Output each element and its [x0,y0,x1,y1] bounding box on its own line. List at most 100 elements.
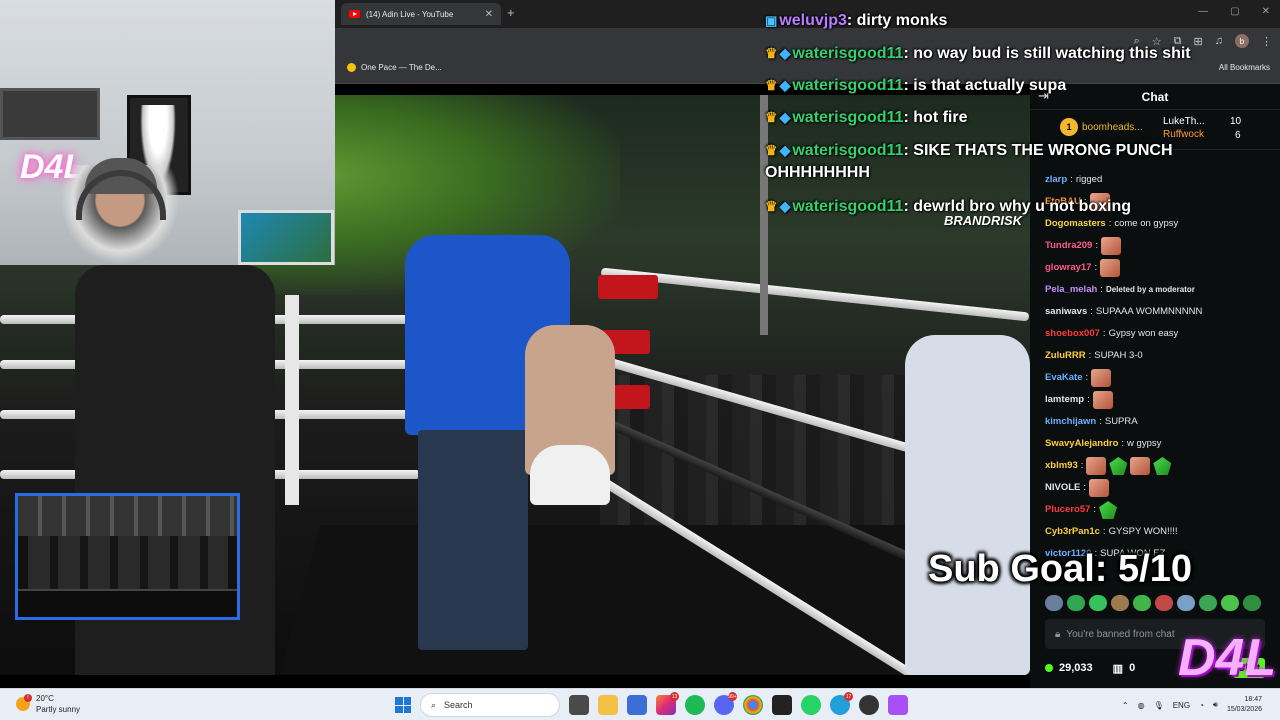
spotify-icon[interactable] [685,695,705,715]
overlay-chat-username: waterisgood11 [792,77,904,94]
chat-message[interactable]: Plucero57: [1045,500,1118,520]
gifter-name[interactable]: LukeTh... [1163,116,1205,127]
minimize-icon[interactable]: — [1198,6,1208,17]
app-icon[interactable] [859,695,879,715]
instagram-icon[interactable]: 13 [656,692,679,715]
cube-badge-icon: ◆ [779,109,791,125]
emote-icon[interactable] [1045,595,1063,611]
taskbar-apps: ⌕ Search 13 99+ 17 [395,692,908,717]
media-icon[interactable]: ♫ [1215,35,1223,47]
chat-message[interactable]: Tundra209: [1045,236,1121,256]
emote-icon[interactable] [1155,595,1173,611]
network-icon[interactable]: ◍ [1138,701,1145,710]
tab-title: (14) Adin Live - YouTube [366,9,454,19]
chat-header: ⇥ Chat [1030,84,1280,110]
chat-username[interactable]: EvaKate [1045,368,1083,388]
gifter-name: boomheads... [1082,121,1143,133]
new-tab-icon[interactable]: + [507,5,515,20]
face-emote-icon [1130,457,1151,475]
sub-goal: Sub Goal: 5/10 [928,548,1192,590]
chat-message[interactable]: shoebox007: Gypsy won easy [1045,324,1178,344]
weather-widget[interactable]: ! 20°C Partly sunny [16,693,80,715]
chat-message[interactable]: EvaKate: [1045,368,1112,388]
chat-username[interactable]: shoebox007 [1045,324,1100,344]
cube-badge-icon: ◆ [779,77,791,93]
volume-icon[interactable]: 🔊︎ [1213,700,1218,710]
overlay-chat-username: waterisgood11 [792,142,904,159]
telegram-icon[interactable]: 17 [830,692,853,715]
chat-username[interactable]: saniwavs [1045,302,1087,322]
whatsapp-icon[interactable] [801,695,821,715]
bookmark-item[interactable]: One Pace — The De... [347,63,442,72]
emote-icon[interactable] [1199,595,1217,611]
all-bookmarks[interactable]: All Bookmarks [1219,63,1270,72]
chat-message[interactable]: ZuluRRR: SUPAH 3-0 [1045,346,1143,366]
taskbar: ! 20°C Partly sunny ⌕ Search 13 99+ 17 ⌃… [0,688,1280,720]
top-gifter[interactable]: 1 boomheads... [1060,118,1143,136]
chat-message[interactable]: Cyb3rPan1c: GYSPY WON!!!! [1045,522,1178,542]
chat-username[interactable]: Cyb3rPan1c [1045,522,1100,542]
menu-icon[interactable]: ⋮ [1261,35,1272,48]
emote-icon[interactable] [1089,595,1107,611]
emote-icon[interactable] [1221,595,1239,611]
pc-app-icon[interactable] [772,695,792,715]
chat-message[interactable]: NIVOLE: [1045,478,1110,498]
emote-icon[interactable] [1111,595,1129,611]
colon: : [1088,350,1092,361]
profile-avatar[interactable]: b [1235,34,1249,48]
close-tab-icon[interactable]: ✕ [485,9,493,20]
clock[interactable]: 18:47 15/03/2026 [1227,695,1262,715]
chat-username[interactable]: zlarp [1045,170,1067,190]
chrome-icon[interactable] [743,695,763,715]
emote-icon[interactable] [1067,595,1085,611]
emote-icon[interactable] [1243,595,1261,611]
overlay-chat-text: SIKE THATS THE WRONG PUNCH [908,142,1173,159]
chat-username[interactable]: xblm93 [1045,456,1078,476]
file-explorer-icon[interactable] [598,695,618,715]
search-placeholder: Search [444,700,473,710]
chat-username[interactable]: glowray17 [1045,258,1091,278]
chat-message[interactable]: SwavyAlejandro: w gypsy [1045,434,1161,454]
system-tray: ⌃ ◍ 🎙︎ ENG ◔ 🔊︎ 18:47 15/03/2026 [1122,695,1262,715]
language-indicator[interactable]: ENG [1173,701,1190,710]
face-emote-icon [1092,391,1113,409]
discord-icon[interactable]: 99+ [714,692,737,715]
close-window-icon[interactable]: ✕ [1262,6,1270,17]
store-icon[interactable] [627,695,647,715]
browser-tab[interactable]: (14) Adin Live - YouTube ✕ [341,3,501,25]
app-icon[interactable] [888,695,908,715]
chat-username[interactable]: Pela_melah [1045,280,1097,300]
chat-message[interactable]: xblm93: [1045,456,1172,476]
weather-sun-icon: ! [16,694,32,711]
boxer-shorts [530,445,610,505]
maximize-icon[interactable]: ▢ [1230,6,1239,17]
chat-message[interactable]: glowray17: [1045,258,1121,278]
wifi-icon[interactable]: ◔ [1199,701,1204,710]
chat-username[interactable]: SwavyAlejandro [1045,434,1118,454]
chat-text: SUPAH 3-0 [1094,350,1143,361]
microphone-icon[interactable]: 🎙︎ [1154,701,1164,710]
chat-message[interactable]: Pela_melah: Deleted by a moderator [1045,280,1195,300]
chat-message[interactable]: lamtemp: [1045,390,1113,410]
gift-icon[interactable]: ▥ [1113,662,1123,675]
chat-message[interactable]: zlarp: rigged [1045,170,1102,190]
chat-username[interactable]: ZuluRRR [1045,346,1086,366]
chat-username[interactable]: Tundra209 [1045,236,1092,256]
chat-username[interactable]: lamtemp [1045,390,1084,410]
chat-message[interactable]: kimchijawn: SUPRA [1045,412,1138,432]
chat-username[interactable]: kimchijawn [1045,412,1096,432]
emote-icon[interactable] [1177,595,1195,611]
chat-username[interactable]: NIVOLE [1045,478,1080,498]
green-emote-icon [1109,457,1128,475]
taskbar-search[interactable]: ⌕ Search [420,693,560,717]
windows-start-icon[interactable] [395,697,411,713]
colon: : [1121,438,1125,449]
d4l-logo: D4L [1178,629,1277,687]
face-emote-icon [1100,237,1121,255]
emote-icon[interactable] [1133,595,1151,611]
task-view-icon[interactable] [569,695,589,715]
chat-username[interactable]: Plucero57 [1045,500,1090,520]
chat-message[interactable]: saniwavs: SUPAAA WOMMNNNNN [1045,302,1202,322]
extensions-puzzle-icon[interactable]: ⊞ [1194,35,1203,48]
chevron-up-icon[interactable]: ⌃ [1122,701,1129,710]
